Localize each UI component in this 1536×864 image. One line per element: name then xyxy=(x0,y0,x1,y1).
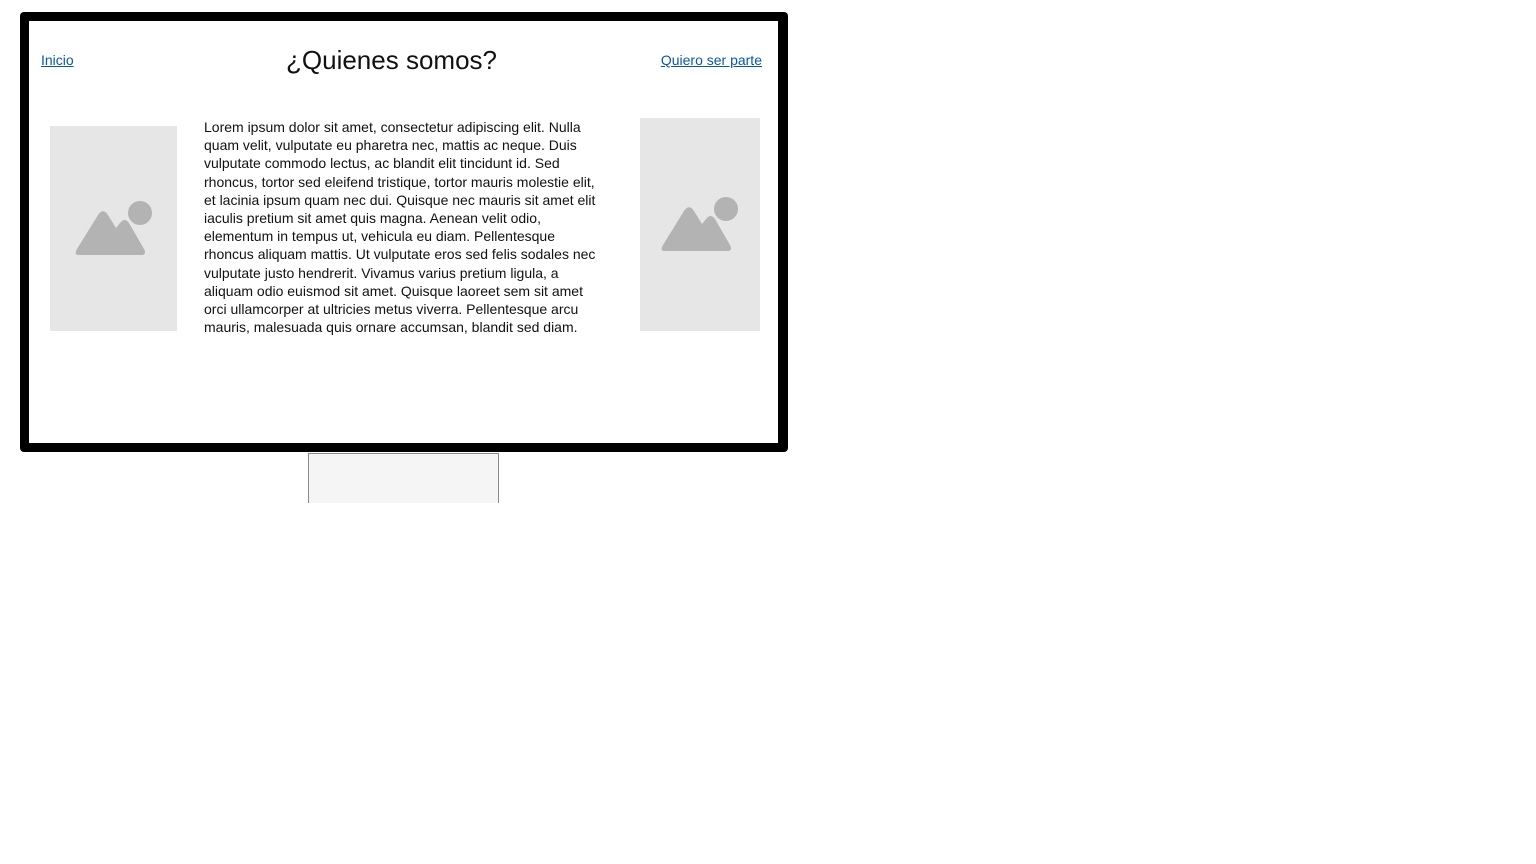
image-placeholder-icon xyxy=(75,200,152,255)
monitor-screen: Inicio ¿Quienes somos? Quiero ser parte … xyxy=(29,21,778,443)
image-placeholder-icon xyxy=(661,196,738,251)
about-text: Lorem ipsum dolor sit amet, consectetur … xyxy=(204,119,596,336)
page-title: ¿Quienes somos? xyxy=(286,45,497,75)
monitor-frame: Inicio ¿Quienes somos? Quiero ser parte … xyxy=(20,12,788,452)
image-placeholder-left xyxy=(50,126,177,331)
page-canvas: Inicio ¿Quienes somos? Quiero ser parte … xyxy=(0,0,1536,864)
image-placeholder-right xyxy=(640,118,760,331)
join-link[interactable]: Quiero ser parte xyxy=(661,52,762,68)
monitor-stand xyxy=(308,453,499,503)
